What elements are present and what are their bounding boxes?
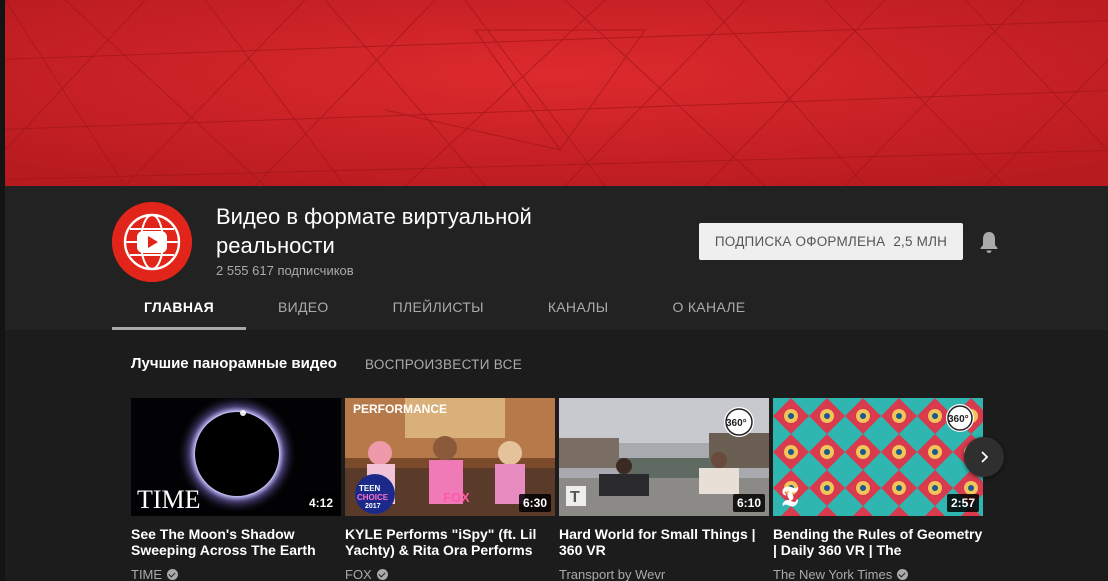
svg-text:CHOICE: CHOICE (357, 493, 389, 502)
play-all-button[interactable]: ВОСПРОИЗВЕСТИ ВСЕ (365, 357, 522, 372)
tab-playlists[interactable]: ПЛЕЙЛИСТЫ (361, 284, 516, 330)
transport-logo: T (570, 489, 580, 506)
channel-name: The New York Times (773, 567, 893, 581)
video-duration: 6:30 (518, 494, 551, 512)
video-card[interactable]: PERFORMANCE TEEN CHOICE 2017 FOX 6:30 KY… (345, 398, 555, 581)
verified-check-icon (167, 569, 179, 580)
subscribed-count: 2,5 МЛН (893, 234, 948, 249)
main-content: Лучшие панорамные видео ВОСПРОИЗВЕСТИ ВС… (5, 330, 1108, 581)
video-title[interactable]: Bending the Rules of Geometry | Daily 36… (773, 526, 983, 558)
fox-logo: FOX (443, 490, 470, 505)
video-channel[interactable]: TIME (131, 567, 341, 581)
video-card[interactable]: TIME 4:12 See The Moon's Shadow Sweeping… (131, 398, 341, 581)
tab-about[interactable]: О КАНАЛЕ (640, 284, 777, 330)
video-thumbnail[interactable]: 360° T 6:10 (559, 398, 769, 516)
video-thumbnail[interactable]: TIME 4:12 (131, 398, 341, 516)
tab-channels[interactable]: КАНАЛЫ (516, 284, 641, 330)
channel-name: TIME (131, 567, 163, 581)
channel-tabs: ГЛАВНАЯ ВИДЕО ПЛЕЙЛИСТЫ КАНАЛЫ О КАНАЛЕ (112, 284, 777, 330)
video-channel[interactable]: Transport by Wevr (559, 567, 769, 581)
video-duration: 2:57 (946, 494, 979, 512)
channel-name: Transport by Wevr (559, 567, 666, 581)
performance-label: PERFORMANCE (353, 402, 447, 416)
video-duration: 6:10 (732, 494, 765, 512)
chevron-right-icon (981, 451, 989, 463)
video-duration: 4:12 (304, 494, 337, 512)
shelf-next-button[interactable] (964, 437, 1004, 477)
nyt-logo-icon: 𝕿 (781, 482, 799, 513)
verified-check-icon (897, 569, 909, 580)
subscribed-label: ПОДПИСКА ОФОРМЛЕНА (714, 234, 886, 249)
channel-name: FOX (345, 567, 372, 581)
video-title[interactable]: See The Moon's Shadow Sweeping Across Th… (131, 526, 341, 558)
video-card[interactable]: 360° T 6:10 Hard World for Small Things … (559, 398, 769, 581)
video-card[interactable]: 360° 𝕿 2:57 Bending the Rules of Geometr… (773, 398, 983, 581)
svg-text:TEEN: TEEN (359, 484, 381, 493)
shelf-title[interactable]: Лучшие панорамные видео (131, 355, 337, 372)
tab-videos[interactable]: ВИДЕО (246, 284, 361, 330)
bell-icon[interactable] (978, 230, 1000, 254)
360-badge: 360° (726, 418, 747, 429)
youtube-globe-icon (112, 202, 192, 282)
video-thumbnail[interactable]: PERFORMANCE TEEN CHOICE 2017 FOX 6:30 (345, 398, 555, 516)
time-logo: TIME (137, 485, 201, 514)
channel-title: Видео в формате виртуальной реальности (216, 204, 532, 258)
tab-home[interactable]: ГЛАВНАЯ (112, 284, 247, 330)
subscribed-button[interactable]: ПОДПИСКА ОФОРМЛЕНА 2,5 МЛН (699, 223, 963, 260)
video-channel[interactable]: FOX (345, 567, 555, 581)
channel-banner (5, 0, 1108, 186)
video-channel[interactable]: The New York Times (773, 567, 983, 581)
video-title[interactable]: KYLE Performs "iSpy" (ft. Lil Yachty) & … (345, 526, 555, 558)
channel-header: Видео в формате виртуальной реальности 2… (5, 186, 1108, 330)
subscriber-count: 2 555 617 подписчиков (216, 263, 354, 278)
channel-avatar[interactable] (112, 202, 192, 282)
video-thumbnail[interactable]: 360° 𝕿 2:57 (773, 398, 983, 516)
teen-choice-badge: TEEN CHOICE 2017 (355, 474, 395, 514)
svg-text:2017: 2017 (365, 503, 381, 510)
verified-check-icon (376, 569, 388, 580)
360-badge: 360° (948, 414, 969, 425)
video-title[interactable]: Hard World for Small Things | 360 VR (559, 526, 769, 558)
